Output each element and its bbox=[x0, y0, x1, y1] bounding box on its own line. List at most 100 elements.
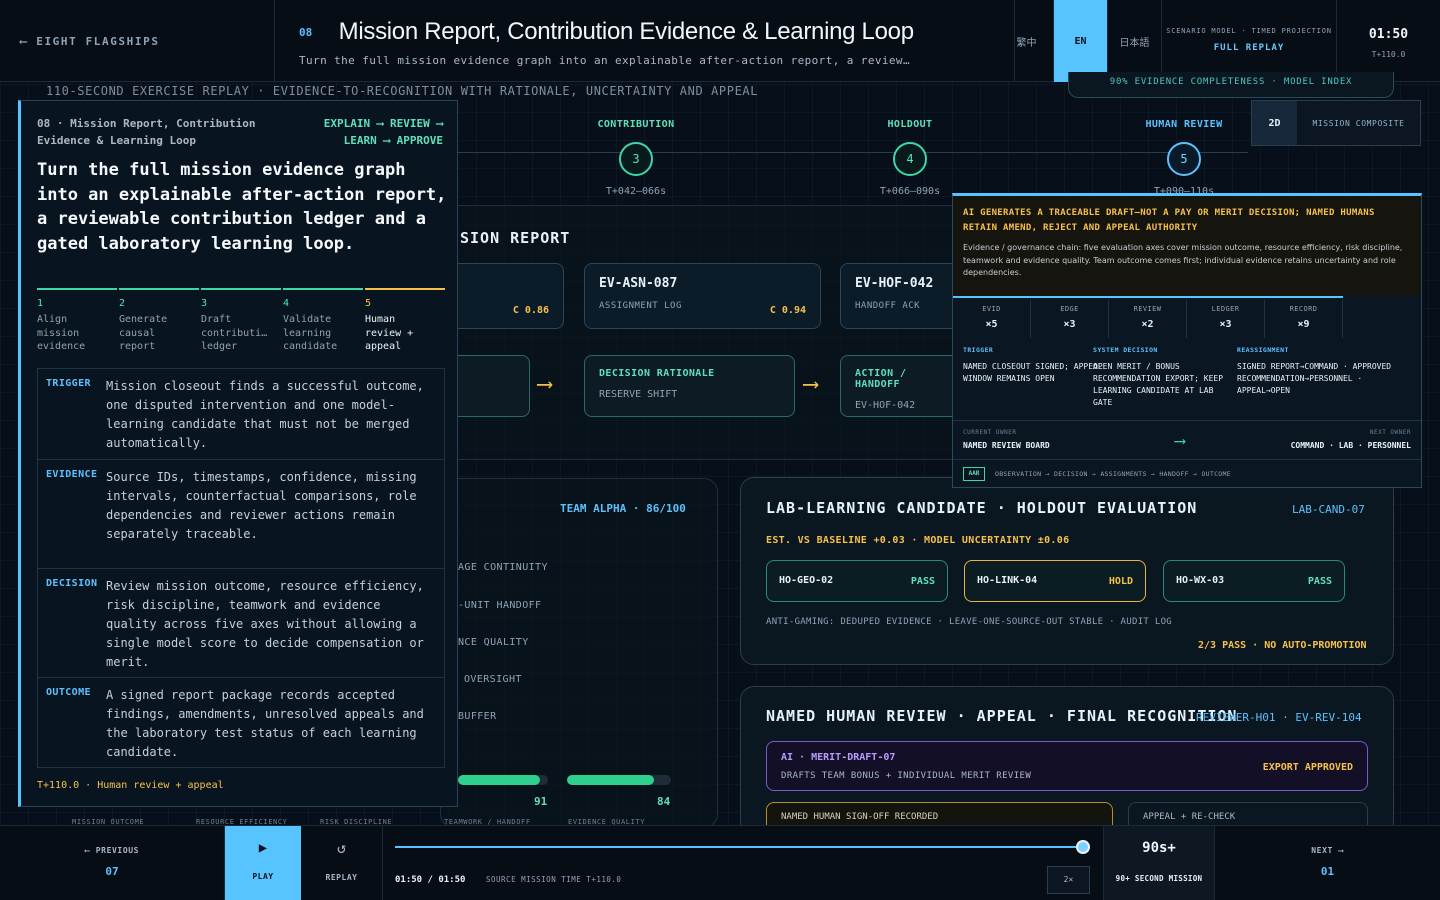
lang-zh-button[interactable]: 繁中 bbox=[1000, 0, 1054, 82]
step-bar bbox=[201, 288, 281, 290]
mission-length-caption: 90+ SECOND MISSION bbox=[1115, 874, 1203, 883]
count-label: LEDGER bbox=[1211, 305, 1240, 313]
step-text: Align mission evidence bbox=[37, 314, 86, 352]
step-bar bbox=[283, 288, 363, 290]
playback-time: 01:50 / 01:50 bbox=[395, 875, 466, 885]
panel-header: 08 · Mission Report, Contribution Eviden… bbox=[37, 117, 256, 147]
team-axis-row: OVERSIGHT bbox=[464, 674, 522, 685]
step-bar bbox=[365, 288, 445, 290]
step-2[interactable]: 2 Generate causal report bbox=[119, 288, 199, 354]
next-owner-label: NEXT OWNER bbox=[1369, 429, 1411, 436]
score-bar-fill bbox=[458, 775, 540, 785]
section-value: A signed report package records accepted… bbox=[106, 688, 424, 759]
page-title: Mission Report, Contribution Evidence & … bbox=[338, 18, 914, 45]
holdout-status: HOLD bbox=[1108, 576, 1133, 587]
progress-handle[interactable] bbox=[1076, 840, 1090, 854]
step-number: 2 bbox=[119, 298, 126, 309]
clock: 01:50 T+110.0 bbox=[1337, 0, 1440, 82]
arrow-right-icon: ⟶ bbox=[1332, 846, 1344, 855]
current-owner: NAMED REVIEW BOARD bbox=[963, 441, 1050, 450]
holdout-status: PASS bbox=[1307, 576, 1332, 587]
flow-arrow-icon: ⟶ bbox=[804, 372, 818, 397]
section-trigger: TRIGGER Mission closeout finds a successf… bbox=[38, 369, 444, 460]
timeline-label: HUMAN REVIEW bbox=[1145, 119, 1223, 130]
step-5[interactable]: 5 Human review + appeal bbox=[365, 288, 445, 354]
team-score: TEAM ALPHA · 86/100 bbox=[560, 502, 686, 515]
flow-card-detail: EV-HOF-042 bbox=[855, 400, 916, 411]
col-label: REASSIGNMENT bbox=[1237, 346, 1289, 354]
section-outcome: OUTCOME A signed report package records a… bbox=[38, 678, 444, 768]
mission-length: 90s+ 90+ SECOND MISSION bbox=[1103, 826, 1215, 900]
timeline-node-human-review[interactable]: HUMAN REVIEW 5 T+090–110s bbox=[1124, 119, 1244, 197]
mode-selector[interactable]: SCENARIO MODEL · TIMED PROJECTION FULL R… bbox=[1162, 0, 1337, 82]
holdout-id: HO-WX-03 bbox=[1176, 575, 1225, 586]
step-number: 4 bbox=[283, 298, 290, 309]
completeness-tab[interactable]: 90% EVIDENCE COMPLETENESS · MODEL INDEX bbox=[1068, 72, 1394, 98]
section-evidence: EVIDENCE Source IDs, timestamps, confiden… bbox=[38, 460, 444, 569]
back-button[interactable]: ⟵ EIGHT FLAGSHIPS bbox=[0, 0, 275, 82]
timeline-node-holdout[interactable]: HOLDOUT 4 T+066–090s bbox=[850, 119, 970, 197]
holdout-id: HO-GEO-02 bbox=[779, 575, 834, 586]
step-text: Draft contributi… ledger bbox=[201, 314, 268, 352]
step-1[interactable]: 1 Align mission evidence bbox=[37, 288, 117, 354]
view-composite-button[interactable]: MISSION COMPOSITE bbox=[1297, 101, 1420, 145]
col-value: SIGNED REPORT→COMMAND · APPROVED RECOMME… bbox=[1237, 362, 1392, 395]
score-bar bbox=[458, 775, 548, 785]
progress-track[interactable] bbox=[395, 846, 1085, 848]
evidence-confidence: C 0.86 bbox=[512, 305, 549, 316]
holdout-card[interactable]: HO-GEO-02 PASS bbox=[766, 560, 948, 602]
view-2d-button[interactable]: 2D bbox=[1252, 101, 1297, 145]
section-key: EVIDENCE bbox=[46, 469, 98, 480]
panel-footer: T+110.0 · Human review + appeal bbox=[37, 780, 224, 791]
page-number: 08 bbox=[299, 25, 313, 39]
score-bar-value: 91 bbox=[534, 795, 548, 808]
warning-heading: AI GENERATES A TRACEABLE DRAFT—NOT A PAY… bbox=[963, 208, 1375, 233]
lang-en-button[interactable]: EN bbox=[1054, 0, 1108, 82]
previous-button[interactable]: ⟵ PREVIOUS 07 bbox=[0, 826, 225, 900]
evidence-id: EV-HOF-042 bbox=[855, 276, 934, 291]
holdout-card[interactable]: HO-WX-03 PASS bbox=[1163, 560, 1345, 602]
step-text: Validate learning candidate bbox=[283, 314, 338, 352]
step-number: 3 bbox=[201, 298, 208, 309]
pipeline-label: EXPLAIN ⟶ REVIEW ⟶ LEARN ⟶ APPROVE bbox=[323, 117, 443, 147]
flow-arrow-icon: ⟶ bbox=[538, 372, 552, 397]
holdout-status: PASS bbox=[910, 576, 935, 587]
evidence-id: EV-ASN-087 bbox=[599, 276, 678, 291]
replay-button[interactable]: ↺ REPLAY bbox=[301, 826, 383, 900]
step-3[interactable]: 3 Draft contributi… ledger bbox=[201, 288, 281, 354]
count-value: ×5 bbox=[985, 319, 998, 330]
action-handoff-card[interactable]: ACTION / HANDOFF EV-HOF-042 bbox=[840, 355, 970, 417]
section-value: Source IDs, timestamps, confidence, miss… bbox=[106, 470, 417, 541]
section-key: OUTCOME bbox=[46, 687, 91, 698]
col-label: SYSTEM DECISION bbox=[1093, 346, 1158, 354]
step-4[interactable]: 4 Validate learning candidate bbox=[283, 288, 363, 354]
count-evid: EVID ×5 bbox=[953, 300, 1031, 338]
score-bar-fill bbox=[567, 775, 655, 785]
ai-draft-status: EXPORT APPROVED bbox=[1262, 762, 1353, 773]
owner-handoff: CURRENT OWNER NAMED REVIEW BOARD ⟶ NEXT … bbox=[953, 420, 1421, 460]
timeline-circle: 5 bbox=[1167, 142, 1201, 176]
lang-ja-button[interactable]: 日本語 bbox=[1108, 0, 1162, 82]
count-value: ×9 bbox=[1297, 319, 1310, 330]
evidence-card[interactable]: C 0.86 bbox=[440, 263, 564, 329]
evidence-card[interactable]: EV-ASN-087 ASSIGNMENT LOG C 0.94 bbox=[584, 263, 821, 329]
ai-merit-draft-card[interactable]: AI · MERIT-DRAFT-07 DRAFTS TEAM BONUS + … bbox=[766, 741, 1368, 791]
speed-button[interactable]: 2× bbox=[1047, 866, 1090, 894]
aar-flow: OBSERVATION → DECISION → ASSIGNMENTS → H… bbox=[995, 470, 1231, 478]
evidence-card[interactable]: EV-HOF-042 HANDOFF ACK bbox=[840, 263, 970, 329]
mission-length-value: 90s+ bbox=[1142, 840, 1176, 856]
play-button[interactable]: ▶ PLAY bbox=[225, 826, 301, 900]
holdout-card[interactable]: HO-LINK-04 HOLD bbox=[964, 560, 1146, 602]
timeline-node-contribution[interactable]: CONTRIBUTION 3 T+042–066s bbox=[576, 119, 696, 197]
timeline-circle: 3 bbox=[619, 142, 653, 176]
col-reassignment: REASSIGNMENT SIGNED REPORT→COMMAND · APPR… bbox=[1237, 346, 1417, 397]
human-review-ids: REVIEWER-H01 · EV-REV-104 bbox=[1196, 711, 1362, 724]
playback-bar: ⟵ PREVIOUS 07 ▶ PLAY ↺ REPLAY 01:50 / 01… bbox=[0, 825, 1440, 900]
step-text: Generate causal report bbox=[119, 314, 168, 352]
replay-label: REPLAY bbox=[325, 873, 358, 882]
next-button[interactable]: NEXT ⟶ 01 bbox=[1215, 826, 1440, 900]
arrow-left-icon: ⟵ bbox=[84, 846, 96, 855]
decision-rationale-card[interactable]: DECISION RATIONALE RESERVE SHIFT bbox=[584, 355, 795, 417]
view-toggle: 2D MISSION COMPOSITE bbox=[1251, 100, 1421, 146]
timeline-label: HOLDOUT bbox=[887, 119, 933, 130]
